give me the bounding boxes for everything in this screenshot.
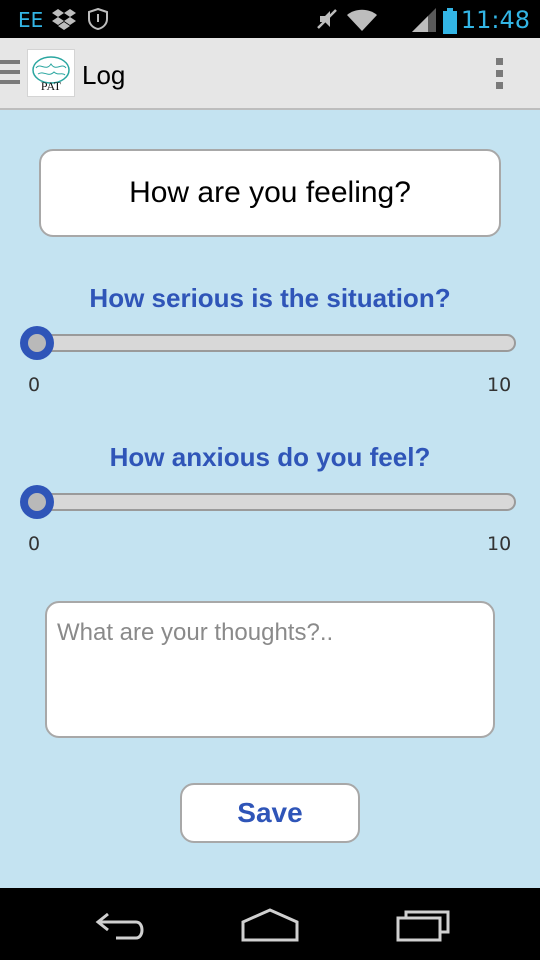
- signal-icon: [412, 8, 436, 32]
- serious-max-label: 10: [487, 374, 512, 396]
- save-button[interactable]: Save: [180, 783, 360, 843]
- clock: 11:48: [460, 6, 530, 34]
- anxious-max-label: 10: [487, 533, 512, 555]
- serious-label: How serious is the situation?: [89, 283, 451, 313]
- brain-logo-icon: PAT: [32, 56, 70, 93]
- navigation-bar: [0, 888, 540, 960]
- carrier-label: EE: [18, 8, 44, 32]
- anxious-label: How anxious do you feel?: [109, 442, 431, 472]
- drawer-icon[interactable]: [0, 60, 20, 90]
- question-box: How are you feeling?: [39, 149, 501, 237]
- slider-track[interactable]: [34, 334, 516, 352]
- screen-title: Log: [82, 60, 126, 90]
- recents-icon[interactable]: [390, 906, 460, 942]
- serious-min-label: 0: [28, 374, 41, 396]
- back-icon[interactable]: [86, 906, 156, 942]
- anxious-min-label: 0: [28, 533, 41, 555]
- dropbox-icon: [52, 9, 76, 30]
- overflow-menu-icon[interactable]: [496, 58, 504, 90]
- wifi-icon: [347, 9, 377, 31]
- action-bar: PAT Log: [0, 38, 540, 110]
- slider-track[interactable]: [34, 493, 516, 511]
- slider-thumb[interactable]: [20, 485, 54, 519]
- anxious-slider[interactable]: [20, 485, 516, 519]
- thoughts-input[interactable]: [45, 601, 495, 738]
- battery-icon: [443, 8, 457, 34]
- logo-text: PAT: [41, 79, 62, 93]
- home-icon[interactable]: [235, 906, 305, 942]
- shield-icon: [88, 8, 108, 30]
- app-logo[interactable]: PAT: [27, 49, 75, 97]
- mute-icon: [317, 9, 337, 29]
- slider-thumb[interactable]: [20, 326, 54, 360]
- serious-slider[interactable]: [20, 326, 516, 360]
- status-bar: EE 11:48: [0, 0, 540, 38]
